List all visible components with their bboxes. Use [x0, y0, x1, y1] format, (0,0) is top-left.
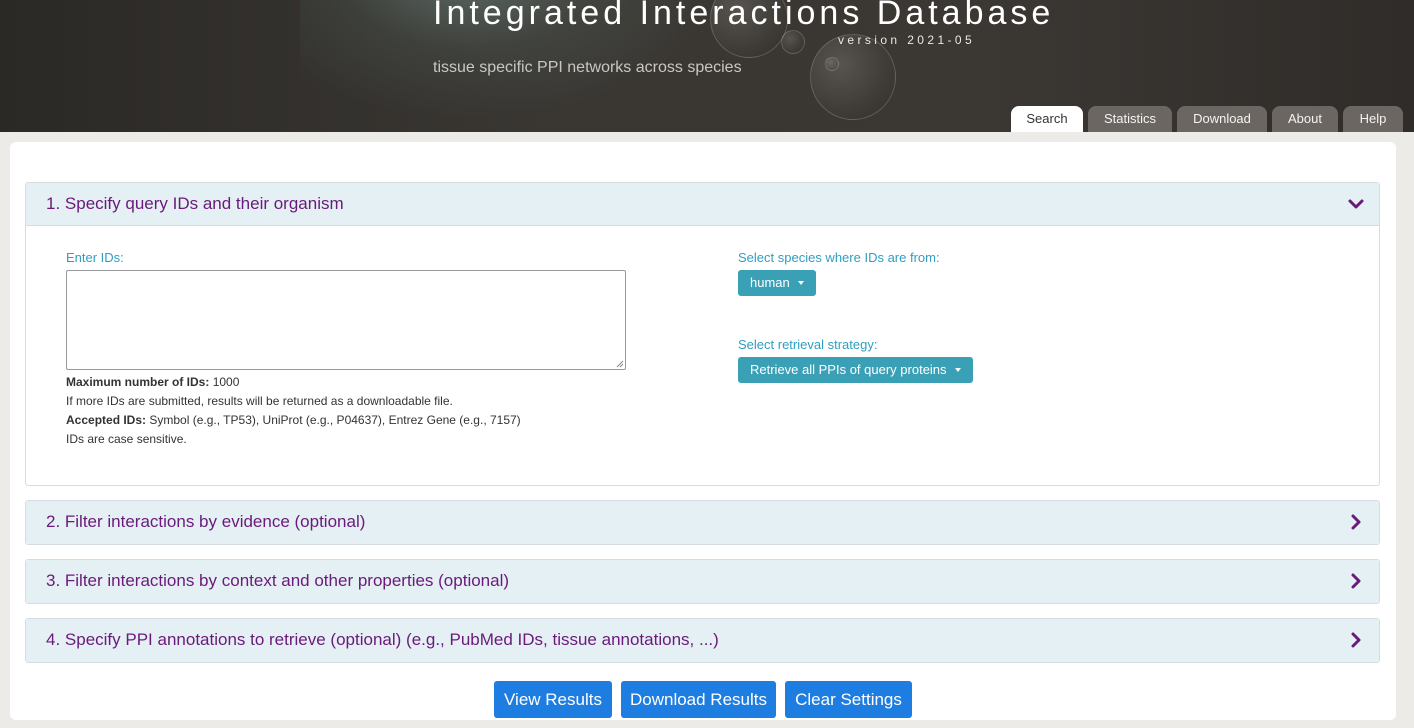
- tab-search[interactable]: Search: [1011, 106, 1083, 132]
- caret-down-icon: [797, 281, 804, 285]
- chevron-right-icon[interactable]: [1347, 572, 1365, 590]
- more-ids-note: If more IDs are submitted, results will …: [66, 394, 453, 408]
- decorative-bubble: [781, 30, 805, 54]
- section-title: 1. Specify query IDs and their organism: [46, 194, 344, 213]
- caret-down-icon: [954, 368, 961, 372]
- max-ids-value: 1000: [212, 375, 240, 389]
- ids-label: Enter IDs:: [66, 250, 124, 265]
- download-results-button[interactable]: Download Results: [621, 681, 776, 718]
- strategy-label: Select retrieval strategy:: [738, 337, 878, 352]
- site-subtitle: tissue specific PPI networks across spec…: [433, 59, 742, 76]
- section-header[interactable]: 4. Specify PPI annotations to retrieve (…: [26, 619, 1379, 662]
- strategy-dropdown[interactable]: Retrieve all PPIs of query proteins: [738, 357, 973, 383]
- search-panel: 1. Specify query IDs and their organism …: [10, 142, 1396, 720]
- chevron-down-icon[interactable]: [1347, 195, 1365, 213]
- max-ids-note: Maximum number of IDs: 1000: [66, 375, 239, 389]
- case-note: IDs are case sensitive.: [66, 432, 187, 446]
- species-label: Select species where IDs are from:: [738, 250, 940, 265]
- max-ids-label: Maximum number of IDs:: [66, 375, 210, 389]
- section-filter-context[interactable]: 3. Filter interactions by context and ot…: [25, 559, 1380, 604]
- section-header[interactable]: 3. Filter interactions by context and ot…: [26, 560, 1379, 603]
- section-title: 3. Filter interactions by context and ot…: [46, 571, 510, 590]
- section-query-ids: 1. Specify query IDs and their organism …: [25, 182, 1380, 486]
- tab-download[interactable]: Download: [1177, 106, 1267, 132]
- clear-settings-button[interactable]: Clear Settings: [785, 681, 912, 718]
- decorative-bubble: [825, 57, 839, 71]
- site-header: Integrated Interactions Database version…: [0, 0, 1414, 132]
- section-header[interactable]: 2. Filter interactions by evidence (opti…: [26, 501, 1379, 544]
- site-title: Integrated Interactions Database: [433, 0, 1055, 32]
- resize-grip-icon[interactable]: [616, 360, 624, 368]
- section-filter-evidence[interactable]: 2. Filter interactions by evidence (opti…: [25, 500, 1380, 545]
- strategy-dropdown-value: Retrieve all PPIs of query proteins: [750, 362, 947, 377]
- species-dropdown-value: human: [750, 275, 790, 290]
- accepted-ids-note: Accepted IDs: Symbol (e.g., TP53), UniPr…: [66, 413, 521, 427]
- tab-about[interactable]: About: [1272, 106, 1338, 132]
- section-title: 4. Specify PPI annotations to retrieve (…: [46, 630, 719, 649]
- tab-statistics[interactable]: Statistics: [1088, 106, 1172, 132]
- species-dropdown[interactable]: human: [738, 270, 816, 296]
- view-results-button[interactable]: View Results: [494, 681, 612, 718]
- section-header[interactable]: 1. Specify query IDs and their organism: [26, 183, 1379, 226]
- site-version: version 2021-05: [838, 33, 976, 47]
- accepted-ids-label: Accepted IDs:: [66, 413, 147, 427]
- section-ppi-annotations[interactable]: 4. Specify PPI annotations to retrieve (…: [25, 618, 1380, 663]
- ids-textarea[interactable]: [66, 270, 626, 370]
- tab-help[interactable]: Help: [1343, 106, 1403, 132]
- accepted-ids-value: Symbol (e.g., TP53), UniProt (e.g., P046…: [149, 413, 521, 427]
- chevron-right-icon[interactable]: [1347, 631, 1365, 649]
- section-title: 2. Filter interactions by evidence (opti…: [46, 512, 366, 531]
- chevron-right-icon[interactable]: [1347, 513, 1365, 531]
